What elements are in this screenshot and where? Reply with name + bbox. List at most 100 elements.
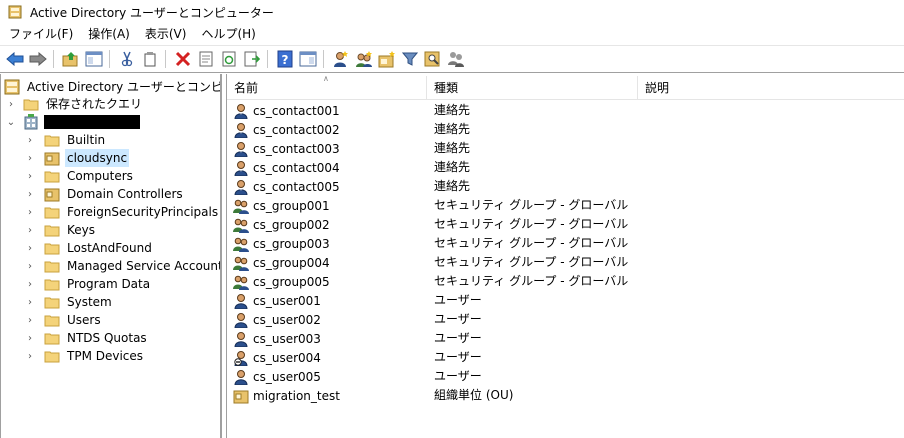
tree-item-builtin[interactable]: › Builtin xyxy=(25,131,107,149)
tree-item-keys[interactable]: › Keys xyxy=(25,221,97,239)
tree-item-ntds-quotas[interactable]: › NTDS Quotas xyxy=(25,329,149,347)
tree-item-cloudsync[interactable]: › cloudsync xyxy=(25,149,130,167)
expand-chevron-icon[interactable]: › xyxy=(25,149,35,167)
cell-name[interactable]: cs_contact005 xyxy=(233,177,340,196)
new-ou-button[interactable] xyxy=(377,49,397,69)
find-button[interactable] xyxy=(423,49,443,69)
menu-file[interactable]: ファイル(F) xyxy=(2,24,80,44)
export-list-button[interactable] xyxy=(242,49,262,69)
tree-item-domain[interactable]: ⌄ xyxy=(6,113,140,131)
tree-root[interactable]: Active Directory ユーザーとコンピューター xyxy=(4,78,220,96)
new-group-button[interactable] xyxy=(354,49,374,69)
list-row[interactable]: cs_group003 セキュリティ グループ - グローバル xyxy=(227,234,904,253)
object-name: cs_contact004 xyxy=(253,160,340,175)
cell-name[interactable]: cs_user005 xyxy=(233,367,321,386)
menu-help[interactable]: ヘルプ(H) xyxy=(194,24,262,44)
tree-item-tpm-devices[interactable]: › TPM Devices xyxy=(25,347,145,365)
cell-name[interactable]: cs_group005 xyxy=(233,272,330,291)
list-row[interactable]: cs_group005 セキュリティ グループ - グローバル xyxy=(227,272,904,291)
expand-chevron-icon[interactable]: › xyxy=(25,239,35,257)
cell-name[interactable]: cs_contact002 xyxy=(233,120,340,139)
list-row[interactable]: cs_user003 ユーザー xyxy=(227,329,904,348)
list-row[interactable]: cs_group004 セキュリティ グループ - グローバル xyxy=(227,253,904,272)
list-row[interactable]: cs_contact003 連絡先 xyxy=(227,139,904,158)
list-row[interactable]: cs_contact004 連絡先 xyxy=(227,158,904,177)
list-row[interactable]: migration_test 組織単位 (OU) xyxy=(227,386,904,405)
object-type: 連絡先 xyxy=(434,160,471,174)
cell-name[interactable]: migration_test xyxy=(233,386,340,405)
expand-chevron-icon[interactable]: › xyxy=(25,203,35,221)
tree-item-system[interactable]: › System xyxy=(25,293,114,311)
expand-chevron-icon[interactable]: › xyxy=(25,185,35,203)
back-button[interactable] xyxy=(5,49,25,69)
expand-chevron-icon[interactable]: › xyxy=(25,347,35,365)
expand-chevron-icon[interactable]: › xyxy=(6,95,16,113)
column-header-description[interactable]: 説明 xyxy=(638,74,898,100)
cell-name[interactable]: cs_user004 xyxy=(233,348,321,367)
expand-chevron-icon[interactable]: › xyxy=(25,257,35,275)
show-console-tree-button[interactable] xyxy=(298,49,318,69)
forward-button[interactable] xyxy=(28,49,48,69)
object-type: ユーザー xyxy=(434,312,482,326)
cut-button[interactable] xyxy=(117,49,137,69)
new-user-button[interactable] xyxy=(331,49,351,69)
details-pane[interactable]: ∧ 名前 種類 説明 cs_contact001 連絡先 cs_contact002… xyxy=(226,74,904,438)
menu-action[interactable]: 操作(A) xyxy=(81,24,137,44)
show-hide-tree-button[interactable] xyxy=(84,49,104,69)
delete-button[interactable] xyxy=(173,49,193,69)
expand-chevron-icon[interactable]: › xyxy=(25,167,35,185)
menu-view[interactable]: 表示(V) xyxy=(138,24,194,44)
column-header-type[interactable]: 種類 xyxy=(427,74,637,100)
console-tree-pane[interactable]: Active Directory ユーザーとコンピューター › 保存されたクエリ… xyxy=(0,74,222,438)
object-type: セキュリティ グループ - グローバル xyxy=(434,217,629,231)
tree-item-users[interactable]: › Users xyxy=(25,311,103,329)
list-row[interactable]: cs_group001 セキュリティ グループ - グローバル xyxy=(227,196,904,215)
list-row[interactable]: cs_user005 ユーザー xyxy=(227,367,904,386)
user-icon xyxy=(233,293,249,309)
show-console-tree-icon xyxy=(299,51,317,67)
list-row[interactable]: cs_user002 ユーザー xyxy=(227,310,904,329)
tree-item-lost-and-found[interactable]: › LostAndFound xyxy=(25,239,154,257)
object-name: cs_user001 xyxy=(253,293,321,308)
cell-name[interactable]: cs_contact003 xyxy=(233,139,340,158)
cell-name[interactable]: cs_group002 xyxy=(233,215,330,234)
list-row[interactable]: cs_contact005 連絡先 xyxy=(227,177,904,196)
cell-name[interactable]: cs_group003 xyxy=(233,234,330,253)
expand-chevron-icon[interactable]: › xyxy=(25,131,35,149)
column-header-name[interactable]: 名前 xyxy=(227,74,427,100)
tree-item-foreign-security-principals[interactable]: › ForeignSecurityPrincipals xyxy=(25,203,220,221)
expand-chevron-icon[interactable]: › xyxy=(25,311,35,329)
cell-name[interactable]: cs_group001 xyxy=(233,196,330,215)
expand-chevron-icon[interactable]: › xyxy=(25,221,35,239)
expand-chevron-icon[interactable]: › xyxy=(25,293,35,311)
list-row[interactable]: cs_user001 ユーザー xyxy=(227,291,904,310)
cell-name[interactable]: cs_contact001 xyxy=(233,101,340,120)
tree-item-program-data[interactable]: › Program Data xyxy=(25,275,152,293)
expand-chevron-icon[interactable]: › xyxy=(25,329,35,347)
up-button[interactable] xyxy=(61,49,81,69)
list-row[interactable]: cs_contact002 連絡先 xyxy=(227,120,904,139)
expand-chevron-icon[interactable]: › xyxy=(25,275,35,293)
help-icon: ? xyxy=(277,50,293,68)
properties-button[interactable] xyxy=(196,49,216,69)
cell-name[interactable]: cs_group004 xyxy=(233,253,330,272)
cell-name[interactable]: cs_user001 xyxy=(233,291,321,310)
tree-item-managed-service-accounts[interactable]: › Managed Service Accounts xyxy=(25,257,220,275)
filter-button[interactable] xyxy=(400,49,420,69)
add-member-button[interactable] xyxy=(446,49,466,69)
refresh-button[interactable] xyxy=(219,49,239,69)
tree-item-saved-queries[interactable]: › 保存されたクエリ xyxy=(6,95,144,113)
list-row[interactable]: cs_contact001 連絡先 xyxy=(227,101,904,120)
collapse-chevron-icon[interactable]: ⌄ xyxy=(6,113,16,131)
list-row[interactable]: cs_group002 セキュリティ グループ - グローバル xyxy=(227,215,904,234)
tree-item-computers[interactable]: › Computers xyxy=(25,167,135,185)
copy-button[interactable] xyxy=(140,49,160,69)
help-button[interactable]: ? xyxy=(275,49,295,69)
contact-icon xyxy=(233,179,249,195)
cell-name[interactable]: cs_user002 xyxy=(233,310,321,329)
cell-name[interactable]: cs_contact004 xyxy=(233,158,340,177)
cell-name[interactable]: cs_user003 xyxy=(233,329,321,348)
tree-item-domain-controllers[interactable]: › Domain Controllers xyxy=(25,185,185,203)
list-row[interactable]: cs_user004 ユーザー xyxy=(227,348,904,367)
object-type: ユーザー xyxy=(434,369,482,383)
